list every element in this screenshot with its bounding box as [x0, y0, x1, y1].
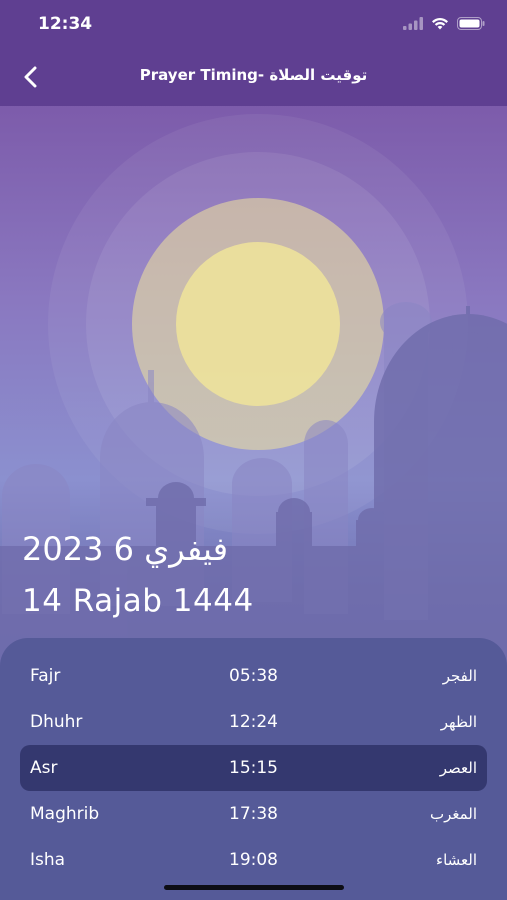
gregorian-date: فيفري 6 2023 [22, 530, 228, 568]
home-indicator[interactable] [164, 885, 344, 890]
prayer-time: 12:24 [229, 712, 278, 732]
mosque-illustration [0, 114, 507, 666]
prayer-time: 15:15 [229, 758, 278, 778]
prayer-time: 17:38 [229, 804, 278, 824]
prayer-time: 19:08 [229, 850, 278, 870]
hijri-date: 14 Rajab 1444 [22, 583, 254, 619]
prayer-row-dhuhr[interactable]: Dhuhr 12:24 الظهر [20, 699, 487, 745]
battery-icon [457, 17, 485, 30]
prayer-name-arabic: العصر [439, 759, 477, 777]
prayer-name-arabic: المغرب [429, 805, 477, 823]
prayer-row-asr[interactable]: Asr 15:15 العصر [20, 745, 487, 791]
status-icons [403, 17, 485, 30]
prayer-name-arabic: الظهر [440, 713, 477, 731]
nav-bar: Prayer Timing- توقيت الصلاة [0, 50, 507, 106]
wifi-icon [432, 17, 448, 30]
status-bar: 12:34 [0, 0, 507, 50]
page-title: Prayer Timing- توقيت الصلاة [139, 66, 368, 84]
prayer-row-fajr[interactable]: Fajr 05:38 الفجر [20, 653, 487, 699]
prayer-name-arabic: الفجر [442, 667, 477, 685]
prayer-name-arabic: العشاء [436, 851, 477, 869]
prayer-row-isha[interactable]: Isha 19:08 العشاء [20, 837, 487, 883]
status-time: 12:34 [38, 14, 93, 34]
prayer-row-maghrib[interactable]: Maghrib 17:38 المغرب [20, 791, 487, 837]
signal-icon [403, 17, 423, 30]
prayer-time: 05:38 [229, 666, 278, 686]
